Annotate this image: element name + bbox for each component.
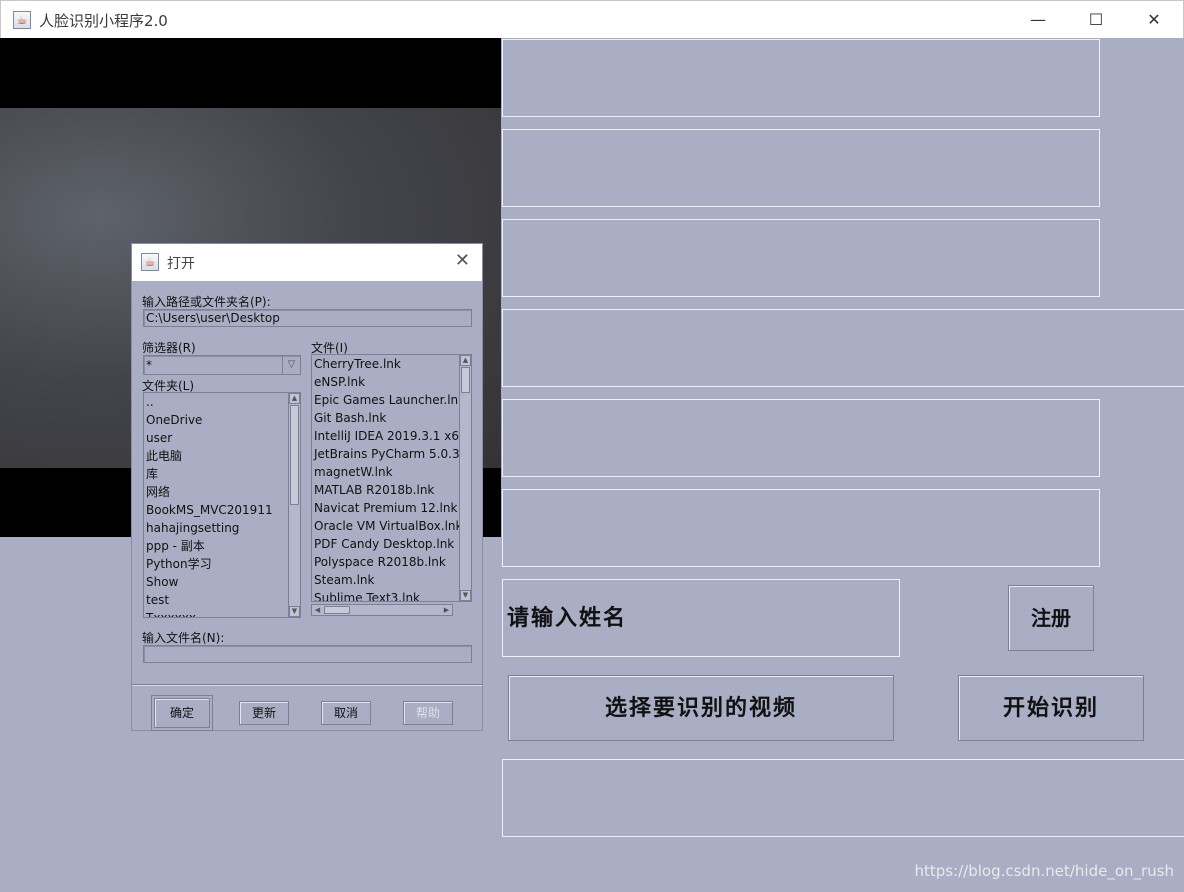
scroll-thumb[interactable] xyxy=(461,367,470,393)
cancel-button[interactable]: 取消 xyxy=(321,701,371,725)
folder-list-item[interactable]: test xyxy=(144,591,300,609)
folder-list-item[interactable]: BookMS_MVC201911 xyxy=(144,501,300,519)
java-cup-icon: ☕ xyxy=(13,11,31,29)
help-button[interactable]: 帮助 xyxy=(403,701,453,725)
text-box-4[interactable] xyxy=(502,309,1184,387)
scroll-thumb[interactable] xyxy=(324,606,350,614)
folder-list[interactable]: .. OneDrive user 此电脑库网络 BookMS_MVC201911 haha… xyxy=(143,392,301,618)
scroll-down-icon[interactable]: ▼ xyxy=(289,606,300,617)
file-list-item[interactable]: Polyspace R2018b.lnk xyxy=(312,553,471,571)
file-list[interactable]: CherryTree.lnk eNSP.lnk Epic Games Launche… xyxy=(311,354,472,602)
folder-scrollbar[interactable]: ▲ ▼ xyxy=(288,393,300,617)
text-box-5[interactable] xyxy=(502,399,1100,477)
file-list-item[interactable]: Oracle VM VirtualBox.lnk xyxy=(312,517,471,535)
start-recognition-button[interactable]: 开始识别 xyxy=(958,675,1144,741)
file-hscrollbar[interactable]: ◀ ▶ xyxy=(311,604,453,616)
maximize-button[interactable]: ☐ xyxy=(1067,1,1125,39)
text-box-2[interactable] xyxy=(502,129,1100,207)
folder-list-item[interactable]: 网络 xyxy=(144,483,300,501)
folder-list-item[interactable]: Show xyxy=(144,573,300,591)
register-button[interactable]: 注册 xyxy=(1008,585,1094,651)
update-button[interactable]: 更新 xyxy=(239,701,289,725)
scroll-up-icon[interactable]: ▲ xyxy=(289,393,300,404)
choose-video-button[interactable]: 选择要识别的视频 xyxy=(508,675,894,741)
dialog-title: 打开 xyxy=(167,256,195,272)
name-input[interactable]: 请输入姓名 xyxy=(502,579,900,657)
file-list-item[interactable]: JetBrains PyCharm 5.0.3. xyxy=(312,445,471,463)
file-list-item[interactable]: magnetW.lnk xyxy=(312,463,471,481)
folder-list-item[interactable]: .. xyxy=(144,393,300,411)
java-cup-icon: ☕ xyxy=(141,253,159,271)
folder-list-item[interactable]: Python学习 xyxy=(144,555,300,573)
folder-list-item[interactable]: OneDrive xyxy=(144,411,300,429)
scroll-up-icon[interactable]: ▲ xyxy=(460,355,471,366)
output-box[interactable] xyxy=(502,759,1184,837)
scroll-down-icon[interactable]: ▼ xyxy=(460,590,471,601)
filename-label: 输入文件名(N): xyxy=(142,631,225,645)
folder-list-item[interactable]: Txxxxxx xyxy=(144,609,300,617)
dialog-titlebar[interactable]: ☕ 打开 ✕ xyxy=(132,244,482,281)
folder-list-item[interactable]: user xyxy=(144,429,300,447)
close-button[interactable]: ✕ xyxy=(1125,1,1183,39)
file-list-item[interactable]: Navicat Premium 12.lnk xyxy=(312,499,471,517)
file-list-item[interactable]: Epic Games Launcher.lnk xyxy=(312,391,471,409)
scroll-right-icon[interactable]: ▶ xyxy=(441,605,452,615)
close-icon[interactable]: ✕ xyxy=(455,250,470,271)
folder-list-item[interactable]: 库 xyxy=(144,465,300,483)
filename-input[interactable] xyxy=(143,645,472,663)
file-list-item[interactable]: eNSP.lnk xyxy=(312,373,471,391)
folder-list-item[interactable]: ppp - 副本 xyxy=(144,537,300,555)
open-file-dialog[interactable]: ☕ 打开 ✕ 输入路径或文件夹名(P): C:\Users\user\Deskt… xyxy=(131,243,483,731)
scroll-left-icon[interactable]: ◀ xyxy=(312,605,323,615)
folder-list-item[interactable]: 此电脑 xyxy=(144,447,300,465)
filter-label: 筛选器(R) xyxy=(142,341,196,355)
text-box-3[interactable] xyxy=(502,219,1100,297)
file-list-item[interactable]: IntelliJ IDEA 2019.3.1 x64 xyxy=(312,427,471,445)
file-list-item[interactable]: Sublime Text3.lnk xyxy=(312,589,471,601)
file-list-item[interactable]: Git Bash.lnk xyxy=(312,409,471,427)
window-titlebar[interactable]: ☕ 人脸识别小程序2.0 — ☐ ✕ xyxy=(0,0,1184,38)
text-box-1[interactable] xyxy=(502,39,1100,117)
ok-button[interactable]: 确定 xyxy=(154,698,210,728)
watermark: https://blog.csdn.net/hide_on_rush xyxy=(914,862,1174,880)
window-title: 人脸识别小程序2.0 xyxy=(39,12,168,30)
path-input[interactable]: C:\Users\user\Desktop xyxy=(143,309,472,327)
filter-select[interactable]: * ▽ xyxy=(143,355,301,375)
scroll-thumb[interactable] xyxy=(290,405,299,505)
file-list-item[interactable]: Steam.lnk xyxy=(312,571,471,589)
file-list-item[interactable]: CherryTree.lnk xyxy=(312,355,471,373)
divider xyxy=(132,684,482,685)
text-box-6[interactable] xyxy=(502,489,1100,567)
file-scrollbar[interactable]: ▲ ▼ xyxy=(459,355,471,601)
file-list-item[interactable]: PDF Candy Desktop.lnk xyxy=(312,535,471,553)
dropdown-arrow-icon[interactable]: ▽ xyxy=(282,356,300,374)
file-list-item[interactable]: MATLAB R2018b.lnk xyxy=(312,481,471,499)
folder-list-item[interactable]: hahajingsetting xyxy=(144,519,300,537)
minimize-button[interactable]: — xyxy=(1009,1,1067,39)
filter-value: * xyxy=(146,358,152,372)
path-label: 输入路径或文件夹名(P): xyxy=(142,295,271,309)
